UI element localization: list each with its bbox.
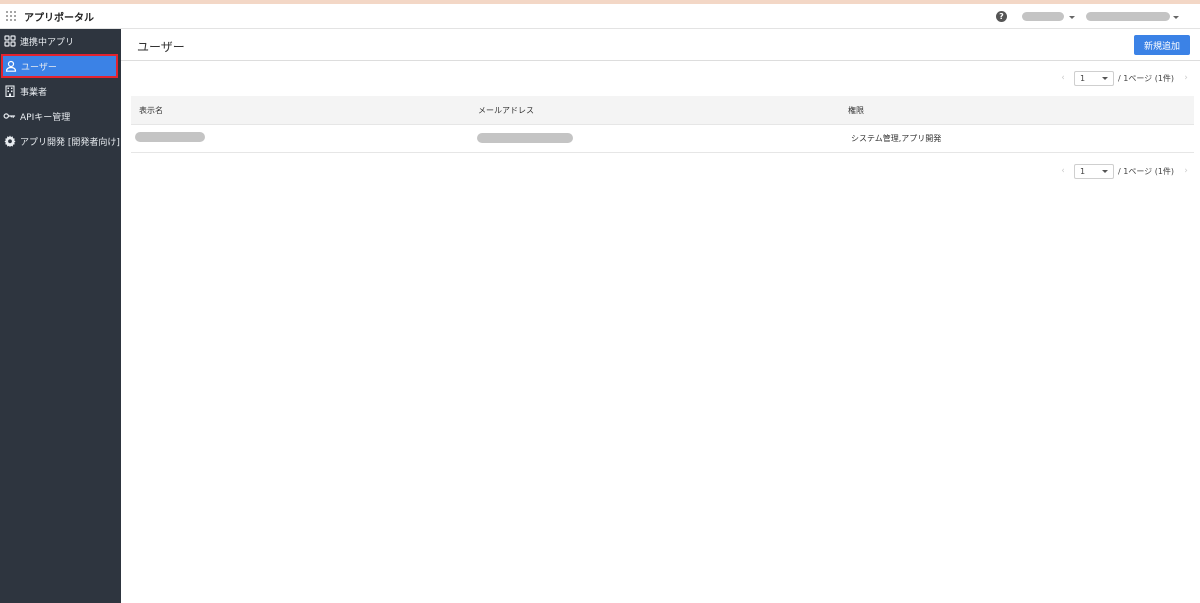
column-header-role[interactable]: 権限 — [848, 96, 864, 124]
add-user-button[interactable]: 新規追加 — [1134, 35, 1190, 55]
users-table: 表示名 メールアドレス 権限 システム管理,アプリ開発 — [131, 96, 1194, 153]
building-icon — [3, 85, 16, 98]
sidebar-item-app-development[interactable]: アプリ開発 [開発者向け] — [0, 129, 121, 153]
sidebar-item-label: ユーザー — [21, 62, 57, 73]
sidebar-item-businesses[interactable]: 事業者 — [0, 79, 121, 103]
sidebar: 連携中アプリ ユーザー 事業者 APIキー管理 アプリ開発 [開発者向け] — [0, 29, 121, 603]
sidebar-item-label: 事業者 — [20, 87, 48, 98]
page-info: / 1ページ (1件) — [1118, 166, 1175, 176]
page-select-value: 1 — [1080, 73, 1086, 83]
main-content: ユーザー 新規追加 ‹ 1 / 1ページ (1件) › 表示名 メールアドレス … — [121, 29, 1200, 603]
app-launcher-icon[interactable] — [0, 4, 22, 29]
key-icon — [3, 110, 16, 123]
display-name-cell — [135, 125, 205, 152]
prev-page-icon[interactable]: ‹ — [1057, 73, 1069, 83]
table-row[interactable]: システム管理,アプリ開発 — [131, 125, 1194, 153]
chevron-down-icon[interactable] — [1173, 16, 1179, 19]
sidebar-item-label: アプリ開発 [開発者向け] — [20, 137, 120, 148]
top-bar: アプリポータル ? — [0, 4, 1200, 29]
user-icon — [4, 60, 17, 73]
sidebar-item-api-keys[interactable]: APIキー管理 — [0, 104, 121, 128]
redacted-email — [477, 133, 573, 143]
gear-icon — [3, 135, 16, 148]
redacted-user-name[interactable] — [1086, 12, 1170, 21]
pagination-top: ‹ 1 / 1ページ (1件) › — [1057, 70, 1192, 86]
chevron-down-icon[interactable] — [1069, 16, 1075, 19]
sidebar-item-linked-apps[interactable]: 連携中アプリ — [0, 29, 121, 53]
help-icon[interactable]: ? — [996, 11, 1007, 22]
column-header-email[interactable]: メールアドレス — [478, 96, 534, 124]
app-title: アプリポータル — [24, 12, 94, 24]
sidebar-item-users[interactable]: ユーザー — [1, 54, 118, 78]
page-header: ユーザー 新規追加 — [121, 29, 1200, 61]
page-info: / 1ページ (1件) — [1118, 73, 1175, 83]
pagination-bottom: ‹ 1 / 1ページ (1件) › — [1057, 163, 1192, 179]
chevron-down-icon — [1102, 76, 1108, 80]
apps-grid-icon — [3, 35, 16, 48]
column-header-display-name[interactable]: 表示名 — [139, 96, 163, 124]
redacted-org-name[interactable] — [1022, 12, 1064, 21]
next-page-icon[interactable]: › — [1180, 73, 1192, 83]
page-select[interactable]: 1 — [1074, 163, 1114, 179]
chevron-down-icon — [1102, 169, 1108, 173]
redacted-display-name — [135, 131, 205, 142]
next-page-icon[interactable]: › — [1180, 166, 1192, 176]
role-cell: システム管理,アプリ開発 — [851, 134, 942, 143]
table-header: 表示名 メールアドレス 権限 — [131, 96, 1194, 125]
page-select[interactable]: 1 — [1074, 70, 1114, 86]
page-title: ユーザー — [137, 40, 185, 54]
prev-page-icon[interactable]: ‹ — [1057, 166, 1069, 176]
email-cell — [477, 125, 573, 152]
sidebar-item-label: APIキー管理 — [20, 112, 71, 123]
page-select-value: 1 — [1080, 166, 1086, 176]
sidebar-item-label: 連携中アプリ — [20, 37, 75, 48]
